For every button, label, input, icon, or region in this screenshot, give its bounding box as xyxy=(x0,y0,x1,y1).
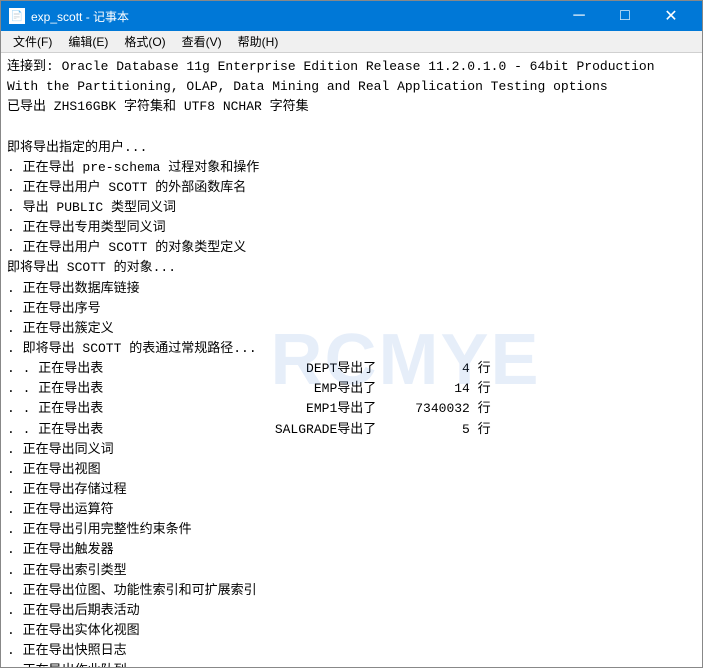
menu-edit[interactable]: 编辑(E) xyxy=(60,31,116,52)
app-icon: 📄 xyxy=(9,8,25,24)
close-button[interactable]: ✕ xyxy=(648,1,694,31)
menu-bar: 文件(F) 编辑(E) 格式(O) 查看(V) 帮助(H) xyxy=(1,31,702,53)
file-content: 连接到: Oracle Database 11g Enterprise Edit… xyxy=(7,57,696,667)
title-bar-left: 📄 exp_scott - 记事本 xyxy=(9,8,129,25)
menu-help[interactable]: 帮助(H) xyxy=(230,31,287,52)
menu-file[interactable]: 文件(F) xyxy=(5,31,60,52)
minimize-button[interactable]: ─ xyxy=(556,1,602,31)
title-bar: 📄 exp_scott - 记事本 ─ □ ✕ xyxy=(1,1,702,31)
menu-view[interactable]: 查看(V) xyxy=(174,31,230,52)
window-title: exp_scott - 记事本 xyxy=(31,8,129,25)
menu-format[interactable]: 格式(O) xyxy=(116,31,173,52)
maximize-button[interactable]: □ xyxy=(602,1,648,31)
text-content-area[interactable]: RCMYE 连接到: Oracle Database 11g Enterpris… xyxy=(1,53,702,667)
notepad-window: 📄 exp_scott - 记事本 ─ □ ✕ 文件(F) 编辑(E) 格式(O… xyxy=(0,0,703,668)
title-controls: ─ □ ✕ xyxy=(556,1,694,31)
